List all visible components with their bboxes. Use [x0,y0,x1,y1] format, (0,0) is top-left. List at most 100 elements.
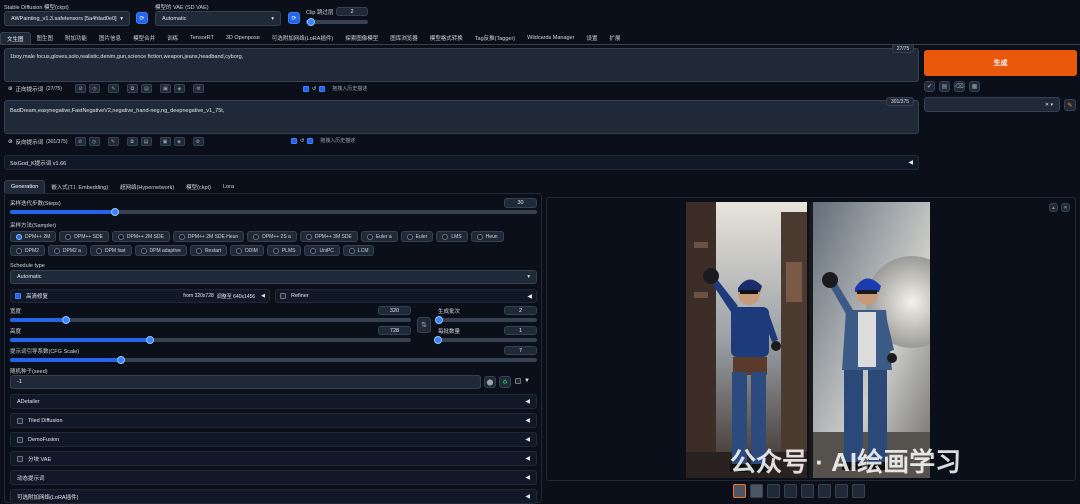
edit-icon[interactable]: ✎ [107,137,119,146]
gallery-thumbnail[interactable] [784,484,797,498]
extra-seed-checkbox[interactable] [515,378,521,384]
sampler-option[interactable]: DPM adaptive [134,245,187,256]
settings-icon[interactable]: ⚙ [192,84,204,93]
sampler-option[interactable]: DPM++ SDE [59,231,109,242]
gallery-thumbnail[interactable] [818,484,831,498]
steps-input[interactable]: 30 [504,198,537,208]
tab-3[interactable]: 图片信息 [93,32,127,44]
sampler-option[interactable]: DPM fast [89,245,132,256]
tab-6[interactable]: TensorRT [184,32,220,44]
sampler-option[interactable]: LCM [342,245,375,256]
generate-button[interactable]: 生成 [924,50,1077,76]
gallery-thumbnail[interactable] [767,484,780,498]
tab-10[interactable]: 图库浏览器 [384,32,424,44]
sampler-option[interactable]: UniPC [304,245,340,256]
negative-drop-checkbox[interactable] [291,137,297,144]
undo-icon[interactable]: ↺ [300,138,304,144]
copy-icon[interactable]: ⧉ [126,84,138,93]
accordion-0[interactable]: ADetailer ◀ [10,394,537,409]
sampler-option[interactable]: DPM++ 2M [10,231,57,242]
clear-icon[interactable]: ⊘ [74,84,86,93]
batch-size-slider[interactable] [434,336,537,344]
paste-icon[interactable]: ▤ [140,84,152,93]
sampler-option[interactable]: Restart [189,245,228,256]
trash-icon[interactable]: ⌫ [954,81,965,92]
tab-9[interactable]: 探索图像模型 [339,32,384,44]
accordion-checkbox[interactable] [17,436,23,443]
generated-image-grid[interactable] [686,202,930,478]
sampler-option[interactable]: DPM2 a [47,245,87,256]
vae-dropdown[interactable]: Automatic ▾ [155,11,281,26]
paste-params-icon[interactable]: ▤ [939,81,950,92]
tab-11[interactable]: 模型格式转换 [424,32,469,44]
refresh-vae-button[interactable]: ⟳ [288,12,300,24]
sampler-option[interactable]: Euler [400,231,434,242]
schedule-dropdown[interactable]: Automatic ▾ [10,270,537,284]
sampler-option[interactable]: DPM++ 3M SDE [299,231,358,242]
extra-seed-toggle[interactable]: ▼ [515,378,530,384]
sampler-option[interactable]: DPM++ 2M SDE [111,231,170,242]
clip-skip-slider[interactable] [306,18,368,26]
sampler-option[interactable]: DPM++ 2M SDE Heun [172,231,245,242]
tab-12[interactable]: Tag反推(Tagger) [469,32,521,44]
clear-icon[interactable]: ⊘ [74,137,86,146]
styles-dropdown[interactable]: ✕ ▾ [924,97,1060,112]
tab-4[interactable]: 模型合并 [127,32,161,44]
prompt-textarea[interactable]: 1boy,male focus,gloves,solo,realistic,de… [4,48,919,82]
copy-icon[interactable]: ⧉ [126,137,138,146]
sub-tab-3[interactable]: 模型(ckpt) [180,180,217,193]
tab-2[interactable]: 附加功能 [59,32,93,44]
tab-13[interactable]: Wildcards Manager [521,32,580,44]
close-icon[interactable]: ✕ [1061,203,1070,212]
tab-1[interactable]: 图生图 [31,32,60,44]
gallery-thumbnail[interactable] [852,484,865,498]
history-icon[interactable]: ◷ [88,137,100,146]
clipboard-icon[interactable]: ▦ [969,81,980,92]
sub-tab-0[interactable]: Generation [4,180,46,193]
edit-icon[interactable]: ✎ [107,84,119,93]
hires-fix-checkbox[interactable] [15,293,21,299]
negative-prompt-textarea[interactable]: BadDream,easynegative,FastNegativeV2,neg… [4,100,919,134]
sub-tab-2[interactable]: 超网络(Hypernetwork) [114,180,180,193]
negative-prompt-toolbar-icon[interactable]: ⊛ [8,139,13,145]
refiner-accordion[interactable]: Refiner ◀ [275,289,537,303]
sampler-option[interactable]: DPM2 [10,245,45,256]
random-seed-button[interactable]: ⬤ [484,376,496,388]
fullscreen-icon[interactable]: ▴ [1049,203,1058,212]
accordion-4[interactable]: 动态提示词 ◀ [10,470,537,485]
gallery-thumbnail[interactable] [801,484,814,498]
load-icon[interactable]: ◈ [173,137,185,146]
sampler-option[interactable]: PLMS [266,245,302,256]
tab-7[interactable]: 3D Openpose [220,32,266,44]
sampler-option[interactable]: Heun [470,231,504,242]
sampler-option[interactable]: DDIM [230,245,264,256]
clip-skip-knob[interactable] [306,18,315,26]
sampler-option[interactable]: LMS [436,231,468,242]
swap-dimensions-button[interactable]: ⇅ [417,317,431,333]
clip-skip-input[interactable]: 2 [336,7,368,16]
sub-tab-1[interactable]: 嵌入式(T.I. Embedding) [45,180,114,193]
batch-count-input[interactable]: 2 [504,306,537,315]
width-slider[interactable] [10,316,411,324]
tab-15[interactable]: 扩展 [604,32,627,44]
height-input[interactable]: 728 [378,326,411,335]
accordion-checkbox[interactable] [17,417,23,424]
save-icon[interactable]: ▣ [159,84,171,93]
sub-tab-4[interactable]: Lora [217,180,240,193]
batch-size-knob[interactable] [434,336,442,344]
accordion-5[interactable]: 可选附加网络(LoRA插件) ◀ [10,489,537,504]
tab-0[interactable]: 文生图 [0,32,31,44]
height-slider[interactable] [10,336,411,344]
paste-icon[interactable]: ▤ [140,137,152,146]
cfg-knob[interactable] [116,356,125,364]
gallery-thumbnail[interactable] [733,484,746,498]
negative-drop-checkbox-2[interactable] [307,137,314,144]
refiner-checkbox[interactable] [280,293,286,299]
steps-slider[interactable] [10,208,537,216]
cfg-input[interactable]: 7 [504,346,537,355]
apply-style-icon[interactable]: ✔ [924,81,935,92]
cfg-slider[interactable] [10,356,537,364]
load-icon[interactable]: ◈ [173,84,185,93]
checkpoint-dropdown[interactable]: AWPainting_v1.3.safetensors [5a4fdad0e0]… [4,11,130,26]
refresh-checkpoint-button[interactable]: ⟳ [136,12,148,24]
